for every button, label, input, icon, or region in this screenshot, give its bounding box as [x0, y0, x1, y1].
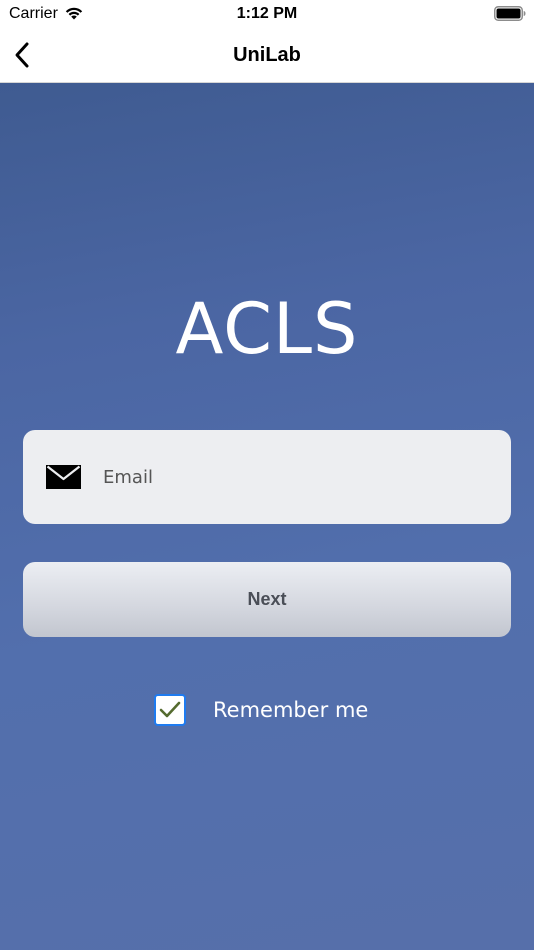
app-logo-text: ACLS — [175, 288, 359, 370]
status-time: 1:12 PM — [236, 5, 298, 22]
next-button[interactable]: Next — [23, 562, 511, 637]
login-panel: ACLS Next Remember me — [0, 83, 534, 950]
checkmark-icon — [159, 701, 181, 718]
remember-me-row: Remember me — [154, 694, 368, 726]
battery-icon — [494, 6, 526, 21]
status-bar: Carrier 1:12 PM — [0, 0, 534, 28]
navigation-bar: UniLab — [0, 28, 534, 83]
remember-me-checkbox[interactable] — [154, 694, 186, 726]
chevron-left-icon — [15, 42, 29, 68]
mail-icon — [46, 465, 81, 489]
back-button[interactable] — [6, 36, 38, 74]
remember-me-label: Remember me — [213, 698, 369, 722]
nav-title: UniLab — [233, 44, 301, 66]
email-field[interactable] — [23, 430, 511, 524]
email-input[interactable] — [103, 452, 493, 502]
